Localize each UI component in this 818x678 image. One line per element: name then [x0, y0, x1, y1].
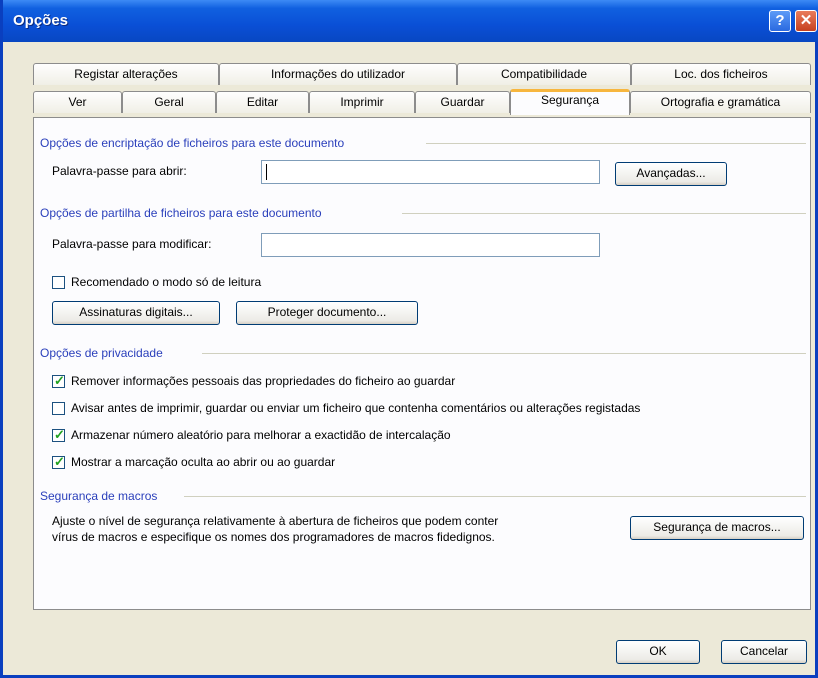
macro-divider [184, 496, 806, 497]
checkmark-icon: ✓ [54, 427, 65, 442]
sharing-group-heading: Opções de partilha de ficheiros para est… [40, 206, 322, 220]
macro-description-line1: Ajuste o nível de segurança relativament… [52, 514, 499, 528]
digital-signatures-button[interactable]: Assinaturas digitais... [52, 301, 220, 325]
options-dialog: Opções ? ✕ Registar alterações Informaçõ… [0, 0, 818, 678]
password-open-input[interactable] [261, 160, 600, 184]
tab-loc-ficheiros[interactable]: Loc. dos ficheiros [631, 63, 811, 85]
encryption-divider [426, 143, 806, 144]
security-panel: Opções de encriptação de ficheiros para … [33, 117, 811, 610]
ok-button[interactable]: OK [616, 640, 700, 664]
text-caret [266, 164, 267, 180]
protect-document-button[interactable]: Proteger documento... [236, 301, 418, 325]
tab-geral[interactable]: Geral [122, 91, 216, 113]
show-hidden-markup-checkbox[interactable]: ✓ [52, 454, 65, 469]
readonly-label: Recomendado o modo só de leitura [71, 275, 262, 289]
macro-description-line2: vírus de macros e especifique os nomes d… [52, 530, 495, 544]
checkmark-icon: ✓ [54, 373, 65, 388]
remove-personal-info-label: Remover informações pessoais das proprie… [71, 374, 456, 388]
password-modify-input[interactable] [261, 233, 600, 257]
password-open-label: Palavra-passe para abrir: [52, 164, 187, 178]
tab-guardar[interactable]: Guardar [415, 91, 510, 113]
tab-row-back: Registar alterações Informações do utili… [33, 63, 811, 85]
sharing-divider [402, 213, 806, 214]
privacy-group-heading: Opções de privacidade [40, 346, 163, 360]
readonly-checkbox[interactable] [52, 276, 65, 289]
help-button[interactable]: ? [769, 10, 791, 32]
tab-registar-alteracoes[interactable]: Registar alterações [33, 63, 219, 85]
tab-seguranca[interactable]: Segurança [510, 89, 630, 115]
show-hidden-markup-label: Mostrar a marcação oculta ao abrir ou ao… [71, 455, 336, 469]
close-button[interactable]: ✕ [795, 10, 817, 32]
password-modify-label: Palavra-passe para modificar: [52, 237, 212, 251]
dialog-title: Opções [13, 12, 69, 29]
tab-compatibilidade[interactable]: Compatibilidade [457, 63, 631, 85]
title-bar[interactable]: Opções ? ✕ [3, 0, 818, 42]
checkmark-icon: ✓ [54, 454, 65, 469]
tab-editar[interactable]: Editar [216, 91, 309, 113]
privacy-divider [202, 353, 806, 354]
macro-security-heading: Segurança de macros [40, 489, 158, 503]
tab-informacoes-utilizador[interactable]: Informações do utilizador [219, 63, 457, 85]
cancel-button[interactable]: Cancelar [721, 640, 807, 664]
macro-security-button[interactable]: Segurança de macros... [630, 516, 804, 540]
advanced-button[interactable]: Avançadas... [615, 162, 727, 186]
tab-ortografia-gramatica[interactable]: Ortografia e gramática [630, 91, 811, 113]
tab-row-front: Ver Geral Editar Imprimir Guardar Segura… [33, 89, 811, 115]
store-random-number-checkbox[interactable]: ✓ [52, 427, 65, 442]
encryption-group-heading: Opções de encriptação de ficheiros para … [40, 136, 345, 150]
tab-ver[interactable]: Ver [33, 91, 122, 113]
tab-imprimir[interactable]: Imprimir [309, 91, 415, 113]
remove-personal-info-checkbox[interactable]: ✓ [52, 373, 65, 388]
warn-before-print-label: Avisar antes de imprimir, guardar ou env… [71, 401, 641, 415]
store-random-number-label: Armazenar número aleatório para melhorar… [71, 428, 451, 442]
warn-before-print-checkbox[interactable] [52, 402, 65, 415]
